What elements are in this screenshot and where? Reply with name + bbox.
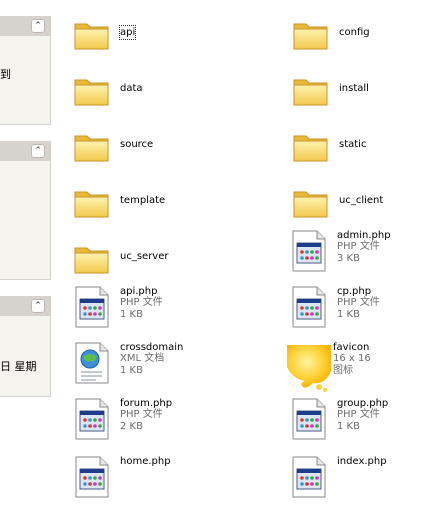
task-pane: ⌃ 到 ⌃ ⌃ 日 星期 <box>0 0 60 471</box>
task-panel-2-header[interactable]: ⌃ <box>0 141 51 161</box>
php-file-icon[interactable] <box>72 285 120 333</box>
file-type: PHP 文件 <box>337 297 380 308</box>
folder-item-data[interactable]: data <box>72 71 242 123</box>
collapse-up-icon[interactable]: ⌃ <box>31 19 45 33</box>
folder-icon[interactable] <box>72 183 120 231</box>
file-item-api-php[interactable]: api.php PHP 文件 1 KB <box>72 285 242 337</box>
file-name[interactable]: install <box>339 82 369 95</box>
php-file-icon[interactable] <box>72 397 120 445</box>
file-size: 3 KB <box>337 253 360 264</box>
folder-icon[interactable] <box>72 15 120 63</box>
file-item-index-php[interactable]: index.php <box>289 455 445 507</box>
folder-item-template[interactable]: template <box>72 183 242 235</box>
file-name[interactable]: config <box>339 26 370 39</box>
file-name[interactable]: index.php <box>337 455 387 468</box>
task-panel-1-header[interactable]: ⌃ <box>0 16 51 36</box>
task-panel-2-body <box>0 161 51 280</box>
file-size: 1 KB <box>337 309 360 320</box>
file-type: XML 文档 <box>120 353 165 364</box>
xml-document-icon[interactable] <box>72 341 120 389</box>
task-panel-1-body: 到 <box>0 36 51 125</box>
file-name[interactable]: data <box>120 82 143 95</box>
file-name[interactable]: home.php <box>120 455 171 468</box>
file-name[interactable]: uc_server <box>120 250 169 263</box>
file-type: PHP 文件 <box>120 409 163 420</box>
folder-icon[interactable] <box>291 15 339 63</box>
folder-icon[interactable] <box>291 183 339 231</box>
collapse-up-icon[interactable]: ⌃ <box>31 144 45 158</box>
folder-item-source[interactable]: source <box>72 127 242 179</box>
file-name[interactable]: uc_client <box>339 194 383 207</box>
collapse-up-icon[interactable]: ⌃ <box>31 299 45 313</box>
file-size: 1 KB <box>120 365 143 376</box>
php-file-icon[interactable] <box>289 455 337 503</box>
file-size: 1 KB <box>120 309 143 320</box>
file-item-crossdomain[interactable]: crossdomain XML 文档 1 KB <box>72 341 242 393</box>
file-type: 16 x 16 <box>333 353 371 364</box>
task-panel-3-text[interactable]: 日 星期 <box>0 358 37 374</box>
file-item-admin-php[interactable]: admin.php PHP 文件 3 KB <box>289 229 445 281</box>
folder-item-uc_client[interactable]: uc_client <box>291 183 445 235</box>
file-type: PHP 文件 <box>337 241 380 252</box>
file-name[interactable]: api <box>118 25 137 40</box>
file-name[interactable]: template <box>120 194 165 207</box>
file-item-forum-php[interactable]: forum.php PHP 文件 2 KB <box>72 397 242 449</box>
file-size: 图标 <box>333 365 353 376</box>
php-file-icon[interactable] <box>72 455 120 503</box>
folder-icon[interactable] <box>72 239 120 287</box>
folder-item-config[interactable]: config <box>291 15 445 67</box>
folder-item-install[interactable]: install <box>291 71 445 123</box>
file-size: 1 KB <box>337 421 360 432</box>
folder-icon[interactable] <box>291 71 339 119</box>
task-panel-1-text[interactable]: 到 <box>0 66 11 82</box>
file-type: PHP 文件 <box>120 297 163 308</box>
file-type: PHP 文件 <box>337 409 380 420</box>
folder-item-uc_server[interactable]: uc_server <box>72 239 242 291</box>
file-size: 2 KB <box>120 421 143 432</box>
folder-icon[interactable] <box>72 127 120 175</box>
php-file-icon[interactable] <box>289 285 337 333</box>
favicon-image-icon[interactable] <box>285 341 333 392</box>
task-panel-3-body: 日 星期 <box>0 316 51 397</box>
file-name[interactable]: source <box>120 138 153 151</box>
file-item-favicon[interactable]: favicon 16 x 16 图标 <box>285 341 445 393</box>
folder-item-api[interactable]: api <box>72 15 242 67</box>
file-item-home-php[interactable]: home.php <box>72 455 242 507</box>
php-file-icon[interactable] <box>289 397 337 445</box>
folder-icon[interactable] <box>291 127 339 175</box>
file-item-cp-php[interactable]: cp.php PHP 文件 1 KB <box>289 285 445 337</box>
folder-icon[interactable] <box>72 71 120 119</box>
task-panel-3-header[interactable]: ⌃ <box>0 296 51 316</box>
file-name[interactable]: static <box>339 138 366 151</box>
file-item-group-php[interactable]: group.php PHP 文件 1 KB <box>289 397 445 449</box>
folder-item-static[interactable]: static <box>291 127 445 179</box>
php-file-icon[interactable] <box>289 229 337 277</box>
